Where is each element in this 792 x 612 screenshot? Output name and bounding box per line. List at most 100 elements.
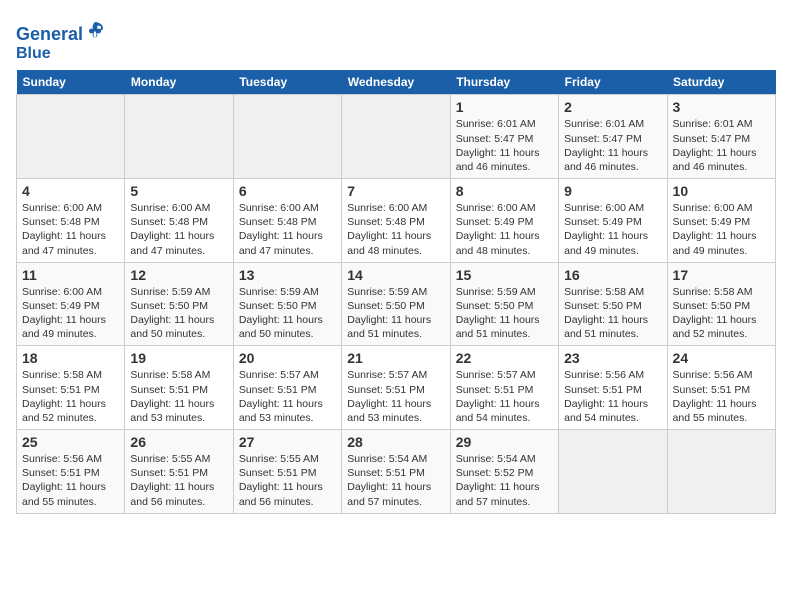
day-header-tuesday: Tuesday (233, 70, 341, 95)
day-number: 1 (456, 99, 553, 115)
day-number: 27 (239, 434, 336, 450)
calendar-cell: 8 Sunrise: 6:00 AM Sunset: 5:49 PM Daylig… (450, 179, 558, 263)
day-number: 9 (564, 183, 661, 199)
day-info: Sunrise: 5:58 AM Sunset: 5:51 PM Dayligh… (130, 368, 227, 425)
day-info: Sunrise: 5:58 AM Sunset: 5:50 PM Dayligh… (673, 285, 770, 342)
calendar-header-row: SundayMondayTuesdayWednesdayThursdayFrid… (17, 70, 776, 95)
day-number: 21 (347, 350, 444, 366)
calendar-cell: 26 Sunrise: 5:55 AM Sunset: 5:51 PM Dayli… (125, 430, 233, 514)
calendar-cell (667, 430, 775, 514)
calendar-week-2: 4Sunrise: 6:00 AM Sunset: 5:48 PM Daylig… (17, 179, 776, 263)
day-info: Sunrise: 5:54 AM Sunset: 5:51 PM Dayligh… (347, 452, 444, 509)
calendar-cell: 20Sunrise: 5:57 AM Sunset: 5:51 PM Dayli… (233, 346, 341, 430)
calendar-cell: 23 Sunrise: 5:56 AM Sunset: 5:51 PM Dayli… (559, 346, 667, 430)
day-header-friday: Friday (559, 70, 667, 95)
day-number: 3 (673, 99, 770, 115)
calendar-cell (559, 430, 667, 514)
calendar-cell: 14Sunrise: 5:59 AM Sunset: 5:50 PM Dayli… (342, 262, 450, 346)
day-info: Sunrise: 5:55 AM Sunset: 5:51 PM Dayligh… (130, 452, 227, 509)
calendar-cell: 21 Sunrise: 5:57 AM Sunset: 5:51 PM Dayli… (342, 346, 450, 430)
calendar-cell: 12 Sunrise: 5:59 AM Sunset: 5:50 PM Dayli… (125, 262, 233, 346)
day-info: Sunrise: 5:56 AM Sunset: 5:51 PM Dayligh… (673, 368, 770, 425)
day-number: 16 (564, 267, 661, 283)
calendar-cell: 3 Sunrise: 6:01 AM Sunset: 5:47 PM Daylig… (667, 95, 775, 179)
day-header-sunday: Sunday (17, 70, 125, 95)
calendar-cell (233, 95, 341, 179)
day-info: Sunrise: 5:57 AM Sunset: 5:51 PM Dayligh… (456, 368, 553, 425)
day-number: 6 (239, 183, 336, 199)
day-info: Sunrise: 5:57 AM Sunset: 5:51 PM Dayligh… (239, 368, 336, 425)
day-number: 25 (22, 434, 119, 450)
day-number: 22 (456, 350, 553, 366)
day-number: 13 (239, 267, 336, 283)
day-info: Sunrise: 6:01 AM Sunset: 5:47 PM Dayligh… (456, 117, 553, 174)
day-number: 8 (456, 183, 553, 199)
calendar-cell (342, 95, 450, 179)
calendar-cell: 5 Sunrise: 6:00 AM Sunset: 5:48 PM Daylig… (125, 179, 233, 263)
calendar-cell: 18 Sunrise: 5:58 AM Sunset: 5:51 PM Dayli… (17, 346, 125, 430)
day-info: Sunrise: 6:00 AM Sunset: 5:49 PM Dayligh… (673, 201, 770, 258)
day-info: Sunrise: 5:57 AM Sunset: 5:51 PM Dayligh… (347, 368, 444, 425)
logo-general: General (16, 24, 83, 44)
calendar-cell: 1 Sunrise: 6:01 AM Sunset: 5:47 PM Daylig… (450, 95, 558, 179)
day-info: Sunrise: 5:59 AM Sunset: 5:50 PM Dayligh… (130, 285, 227, 342)
day-number: 14 (347, 267, 444, 283)
day-number: 23 (564, 350, 661, 366)
day-info: Sunrise: 5:59 AM Sunset: 5:50 PM Dayligh… (239, 285, 336, 342)
day-number: 17 (673, 267, 770, 283)
calendar-cell: 9 Sunrise: 6:00 AM Sunset: 5:49 PM Daylig… (559, 179, 667, 263)
day-number: 11 (22, 267, 119, 283)
day-number: 26 (130, 434, 227, 450)
day-number: 10 (673, 183, 770, 199)
logo: General Blue (16, 20, 105, 62)
calendar-cell (125, 95, 233, 179)
day-info: Sunrise: 6:00 AM Sunset: 5:49 PM Dayligh… (564, 201, 661, 258)
day-info: Sunrise: 5:56 AM Sunset: 5:51 PM Dayligh… (564, 368, 661, 425)
calendar-cell: 7Sunrise: 6:00 AM Sunset: 5:48 PM Daylig… (342, 179, 450, 263)
day-info: Sunrise: 6:00 AM Sunset: 5:48 PM Dayligh… (347, 201, 444, 258)
calendar-cell (17, 95, 125, 179)
day-number: 5 (130, 183, 227, 199)
calendar-table: SundayMondayTuesdayWednesdayThursdayFrid… (16, 70, 776, 513)
calendar-cell: 16 Sunrise: 5:58 AM Sunset: 5:50 PM Dayli… (559, 262, 667, 346)
day-info: Sunrise: 5:58 AM Sunset: 5:50 PM Dayligh… (564, 285, 661, 342)
calendar-week-3: 11 Sunrise: 6:00 AM Sunset: 5:49 PM Dayli… (17, 262, 776, 346)
day-header-monday: Monday (125, 70, 233, 95)
day-info: Sunrise: 6:00 AM Sunset: 5:49 PM Dayligh… (456, 201, 553, 258)
day-number: 2 (564, 99, 661, 115)
calendar-cell: 29 Sunrise: 5:54 AM Sunset: 5:52 PM Dayli… (450, 430, 558, 514)
calendar-cell: 6Sunrise: 6:00 AM Sunset: 5:48 PM Daylig… (233, 179, 341, 263)
day-info: Sunrise: 6:01 AM Sunset: 5:47 PM Dayligh… (564, 117, 661, 174)
day-header-saturday: Saturday (667, 70, 775, 95)
day-number: 28 (347, 434, 444, 450)
day-number: 15 (456, 267, 553, 283)
calendar-cell: 17 Sunrise: 5:58 AM Sunset: 5:50 PM Dayli… (667, 262, 775, 346)
calendar-cell: 15 Sunrise: 5:59 AM Sunset: 5:50 PM Dayli… (450, 262, 558, 346)
day-info: Sunrise: 6:00 AM Sunset: 5:48 PM Dayligh… (22, 201, 119, 258)
day-number: 19 (130, 350, 227, 366)
calendar-cell: 13 Sunrise: 5:59 AM Sunset: 5:50 PM Dayli… (233, 262, 341, 346)
calendar-cell: 22 Sunrise: 5:57 AM Sunset: 5:51 PM Dayli… (450, 346, 558, 430)
calendar-cell: 27 Sunrise: 5:55 AM Sunset: 5:51 PM Dayli… (233, 430, 341, 514)
day-header-wednesday: Wednesday (342, 70, 450, 95)
day-header-thursday: Thursday (450, 70, 558, 95)
logo-blue: Blue (16, 45, 51, 62)
day-info: Sunrise: 5:58 AM Sunset: 5:51 PM Dayligh… (22, 368, 119, 425)
day-info: Sunrise: 6:00 AM Sunset: 5:49 PM Dayligh… (22, 285, 119, 342)
calendar-cell: 4Sunrise: 6:00 AM Sunset: 5:48 PM Daylig… (17, 179, 125, 263)
calendar-cell: 19 Sunrise: 5:58 AM Sunset: 5:51 PM Dayli… (125, 346, 233, 430)
calendar-cell: 25Sunrise: 5:56 AM Sunset: 5:51 PM Dayli… (17, 430, 125, 514)
calendar-body: 1 Sunrise: 6:01 AM Sunset: 5:47 PM Daylig… (17, 95, 776, 513)
calendar-cell: 28 Sunrise: 5:54 AM Sunset: 5:51 PM Dayli… (342, 430, 450, 514)
calendar-week-4: 18 Sunrise: 5:58 AM Sunset: 5:51 PM Dayli… (17, 346, 776, 430)
calendar-week-1: 1 Sunrise: 6:01 AM Sunset: 5:47 PM Daylig… (17, 95, 776, 179)
day-info: Sunrise: 5:54 AM Sunset: 5:52 PM Dayligh… (456, 452, 553, 509)
day-number: 29 (456, 434, 553, 450)
day-number: 18 (22, 350, 119, 366)
day-info: Sunrise: 5:55 AM Sunset: 5:51 PM Dayligh… (239, 452, 336, 509)
day-info: Sunrise: 5:59 AM Sunset: 5:50 PM Dayligh… (456, 285, 553, 342)
day-info: Sunrise: 6:01 AM Sunset: 5:47 PM Dayligh… (673, 117, 770, 174)
day-info: Sunrise: 6:00 AM Sunset: 5:48 PM Dayligh… (130, 201, 227, 258)
day-number: 12 (130, 267, 227, 283)
day-number: 24 (673, 350, 770, 366)
